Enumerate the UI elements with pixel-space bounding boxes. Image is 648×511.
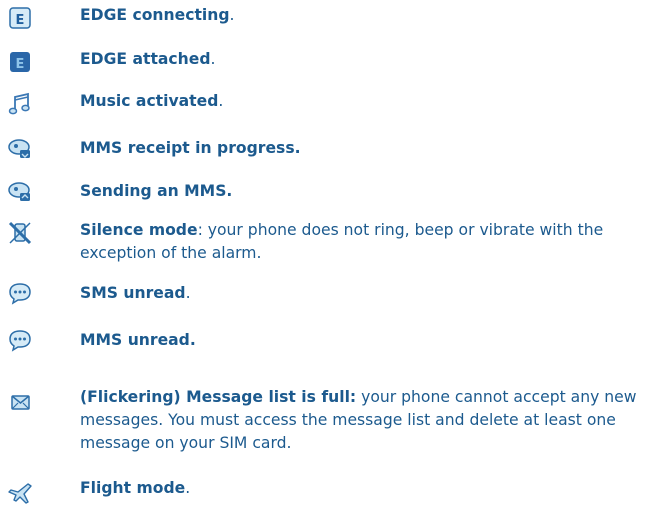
sms-unread-icon (6, 279, 34, 307)
item-text: Silence mode: your phone does not ring, … (80, 221, 604, 262)
music-note-icon (6, 90, 34, 118)
message-list-full-icon (6, 388, 34, 416)
item-text: MMS receipt in progress. (80, 139, 301, 157)
item-text: SMS unread. (80, 284, 191, 302)
item-text: MMS unread. (80, 331, 196, 349)
svg-text:E: E (16, 57, 25, 72)
item-text: EDGE connecting. (80, 6, 235, 24)
mms-sending-icon (6, 178, 34, 206)
silence-mode-icon (6, 219, 34, 247)
item-text: (Flickering) Message list is full: your … (80, 388, 637, 452)
item-text: EDGE attached. (80, 50, 216, 68)
item-text: Sending an MMS. (80, 182, 233, 200)
item-text: Music activated. (80, 92, 224, 110)
mms-unread-icon (6, 326, 34, 354)
edge-connecting-icon: E (6, 4, 34, 32)
svg-text:E: E (16, 13, 25, 28)
mms-receiving-icon (6, 135, 34, 163)
edge-attached-icon: E (6, 48, 34, 76)
flight-mode-icon (6, 479, 34, 507)
item-text: Flight mode. (80, 479, 191, 497)
